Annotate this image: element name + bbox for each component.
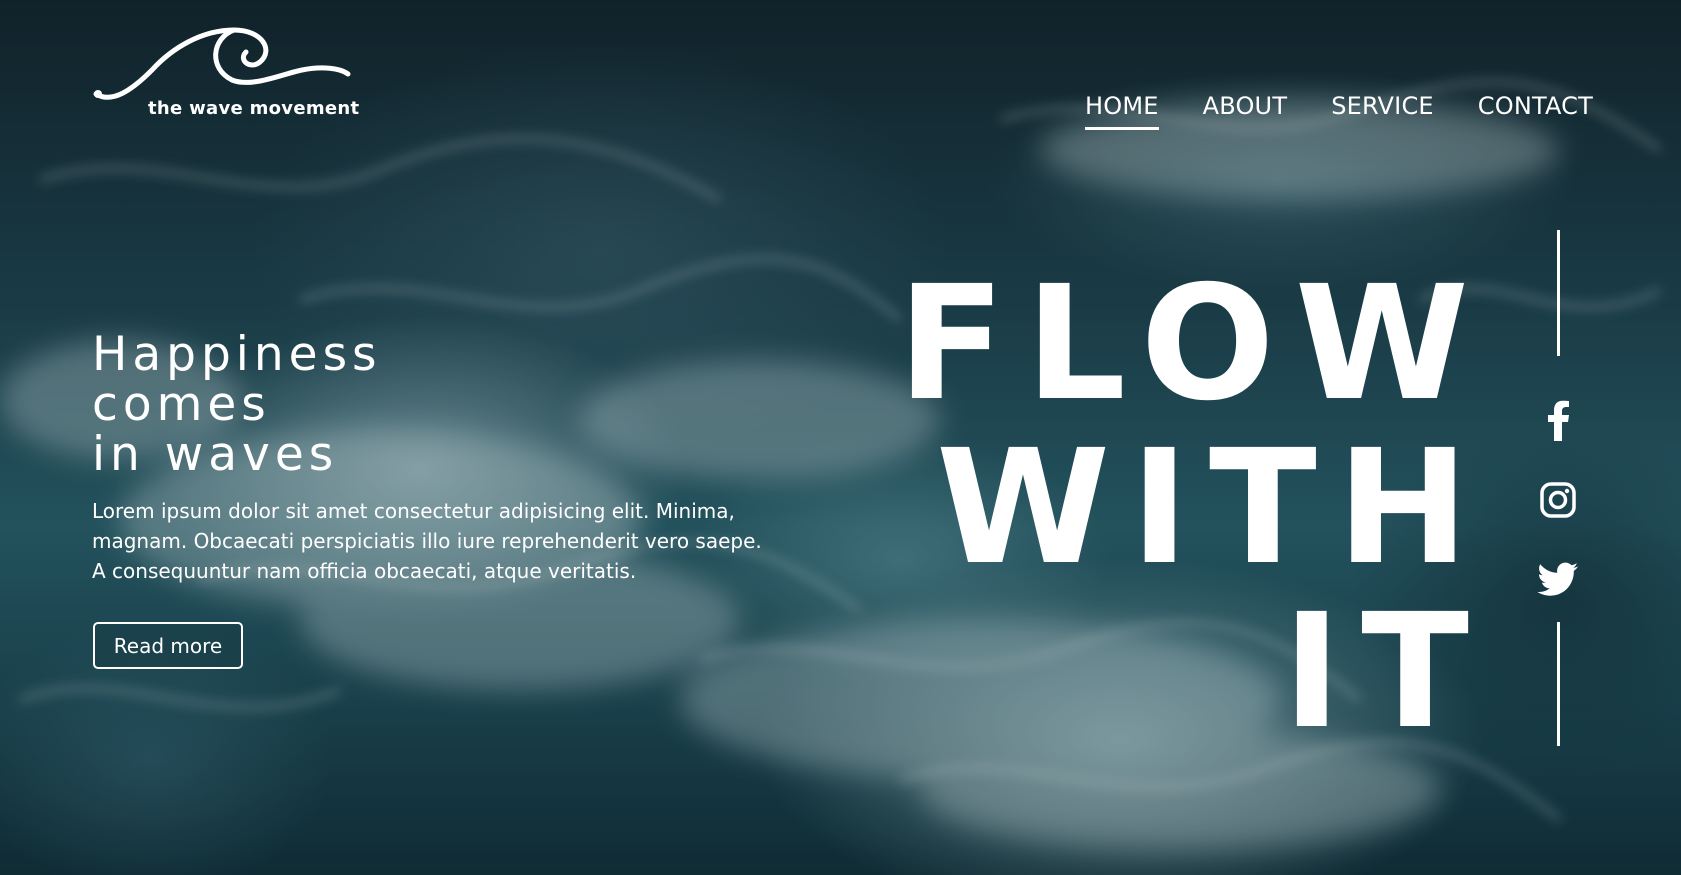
hero-title-line: comes	[92, 377, 271, 432]
social-divider-top	[1557, 230, 1560, 356]
hero-title-line: in waves	[92, 427, 339, 482]
nav-home[interactable]: HOME	[1085, 92, 1159, 130]
wave-logo-icon	[93, 27, 351, 100]
hero-description: Lorem ipsum dolor sit amet consectetur a…	[92, 496, 792, 586]
twitter-icon[interactable]	[1536, 558, 1580, 602]
nav-about[interactable]: ABOUT	[1203, 92, 1288, 120]
read-more-button[interactable]: Read more	[93, 622, 243, 669]
instagram-icon[interactable]	[1536, 478, 1580, 522]
nav-service[interactable]: SERVICE	[1331, 92, 1434, 120]
headline-line: WITH	[935, 416, 1489, 600]
description-line: magnam. Obcaecati perspiciatis illo iure…	[92, 529, 762, 553]
description-line: Lorem ipsum dolor sit amet consectetur a…	[92, 499, 735, 523]
facebook-icon[interactable]	[1536, 398, 1580, 442]
headline-line: FLOW	[897, 252, 1489, 436]
hero-page: the wave movement HOME ABOUT SERVICE CON…	[0, 0, 1681, 875]
headline: FLOW WITH IT	[897, 262, 1489, 754]
description-line: A consequuntur nam officia obcaecati, at…	[92, 559, 637, 583]
hero-title: Happiness comes in waves	[92, 330, 382, 480]
social-divider-bottom	[1557, 622, 1560, 746]
brand-logo[interactable]: the wave movement	[92, 24, 359, 124]
nav-contact[interactable]: CONTACT	[1478, 92, 1593, 120]
main-nav: HOME ABOUT SERVICE CONTACT	[1085, 92, 1593, 130]
brand-name: the wave movement	[148, 98, 360, 119]
hero-title-line: Happiness	[92, 327, 382, 382]
headline-line: IT	[1282, 580, 1489, 764]
